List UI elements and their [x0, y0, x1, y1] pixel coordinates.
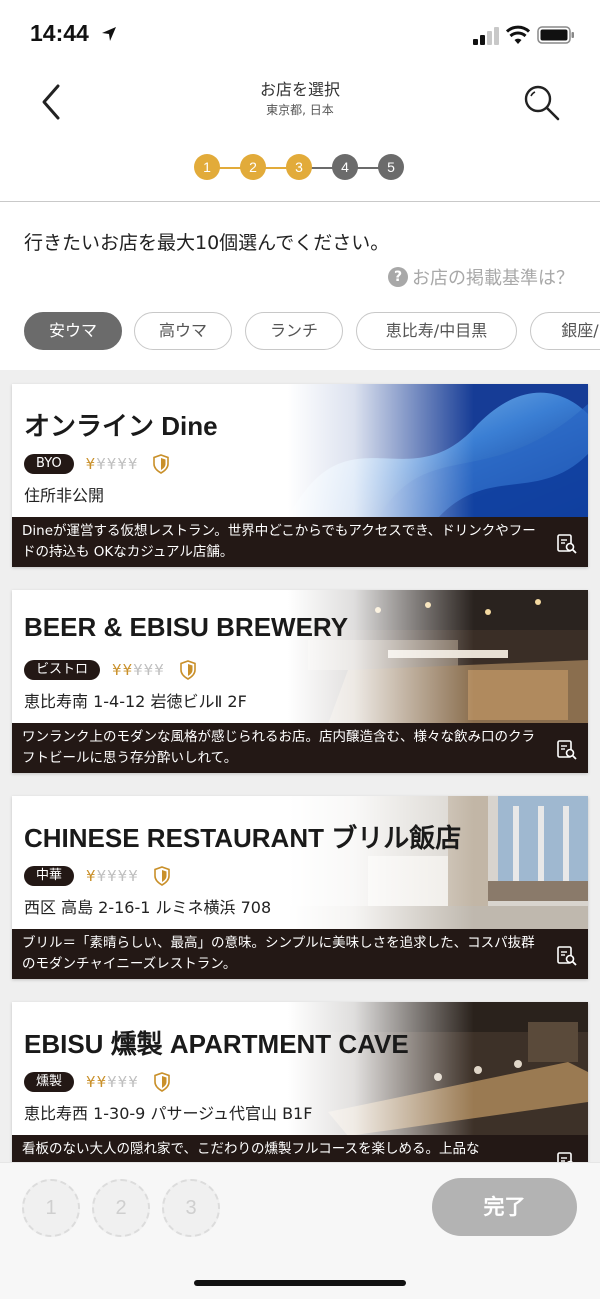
yen-icon: ¥: [107, 867, 118, 885]
restaurant-name: EBISU 燻製 APARTMENT CAVE: [24, 1029, 409, 1059]
restaurant-description-text: 看板のない大人の隠れ家で、こだわりの燻製フルコースを楽しめる。上品な: [22, 1141, 480, 1157]
shield-icon: [153, 454, 170, 474]
yen-icon: ¥: [128, 867, 139, 885]
question-icon: ?: [388, 267, 408, 287]
yen-icon: ¥: [117, 455, 128, 473]
photo-fade-overlay: [288, 796, 588, 930]
step-progress-indicator: 12345: [194, 154, 406, 182]
yen-icon: ¥: [86, 1073, 97, 1091]
yen-icon: ¥: [86, 867, 97, 885]
category-badge: 燻製: [24, 1072, 75, 1092]
shield-icon: [153, 866, 170, 886]
restaurant-address: 恵比寿南 1-4-12 岩徳ビルⅡ 2F: [24, 692, 247, 711]
yen-icon: ¥: [96, 867, 108, 885]
yen-icon: ¥: [112, 661, 123, 679]
done-button[interactable]: 完了: [432, 1178, 577, 1236]
category-badge: BYO: [24, 454, 74, 474]
location-arrow-icon: [102, 27, 116, 41]
yen-icon: ¥: [133, 661, 144, 679]
restaurant-meta: ビストロ ¥¥¥¥¥: [24, 660, 197, 680]
step-5: 5: [378, 154, 404, 180]
listing-criteria-label: お店の掲載基準は？: [412, 268, 574, 289]
price-level: ¥¥¥¥¥: [86, 867, 139, 885]
yen-icon: ¥: [96, 1073, 108, 1091]
instruction-text: 行きたいお店を最大10個選んでください。: [24, 232, 390, 254]
restaurant-description: Dineが運営する仮想レストラン。世界中どこからでもアクセスでき、ドリンクやフー…: [12, 517, 588, 567]
shield-icon: [179, 660, 196, 680]
search-icon[interactable]: [521, 82, 561, 122]
restaurant-name: CHINESE RESTAURANT ブリル飯店: [24, 823, 462, 853]
signal-icon: [473, 27, 499, 45]
filter-chip-bar: 安ウマ 高ウマ ランチ 恵比寿/中目黒 銀座/: [0, 312, 600, 352]
restaurant-name: BEER & EBISU BREWERY: [24, 612, 349, 642]
restaurant-description-text: ワンランク上のモダンな風格が感じられるお店。店内醸造含む、様々な飲み口のクラフト…: [22, 729, 535, 766]
photo-fade-overlay: [288, 590, 588, 724]
wifi-icon: [506, 25, 530, 44]
restaurant-meta: 燻製 ¥¥¥¥¥: [24, 1072, 171, 1092]
filter-chip-lunch[interactable]: ランチ: [245, 312, 343, 350]
page-subtitle-location: 東京都, 日本: [266, 103, 334, 117]
restaurant-list: オンライン Dine BYO ¥¥¥¥¥ 住所非公開 Dineが運営する仮想レス…: [0, 370, 600, 1162]
status-time: 14:44: [30, 20, 89, 46]
yen-icon: ¥: [122, 661, 134, 679]
price-level: ¥¥¥¥¥: [86, 455, 139, 473]
header-divider: [0, 201, 600, 202]
yen-icon: ¥: [127, 455, 139, 473]
restaurant-description: 看板のない大人の隠れ家で、こだわりの燻製フルコースを楽しめる。上品な: [12, 1135, 588, 1162]
selection-slot[interactable]: 1: [22, 1179, 80, 1237]
restaurant-address: 住所非公開: [24, 486, 105, 505]
category-badge: 中華: [24, 866, 75, 886]
restaurant-card[interactable]: BEER & EBISU BREWERY ビストロ ¥¥¥¥¥ 恵比寿南 1-4…: [12, 590, 588, 773]
step-3: 3: [286, 154, 312, 180]
restaurant-description-text: Dineが運営する仮想レストラン。世界中どこからでもアクセスでき、ドリンクやフー…: [22, 523, 536, 560]
restaurant-meta: BYO ¥¥¥¥¥: [24, 454, 170, 474]
yen-icon: ¥: [107, 1073, 118, 1091]
selection-slot[interactable]: 3: [162, 1179, 220, 1237]
battery-icon: [537, 26, 574, 44]
yen-icon: ¥: [117, 1073, 129, 1091]
restaurant-address: 恵比寿西 1-30-9 パサージュ代官山 B1F: [24, 1104, 313, 1123]
restaurant-card[interactable]: EBISU 燻製 APARTMENT CAVE 燻製 ¥¥¥¥¥ 恵比寿西 1-…: [12, 1002, 588, 1162]
page-title: お店を選択: [259, 80, 340, 99]
detail-search-icon[interactable]: [556, 945, 578, 967]
restaurant-description-text: ブリル＝「素晴らしい、最高」の意味。シンプルに美味しさを追求した、コスパ抜群のモ…: [22, 935, 535, 972]
photo-fade-overlay: [288, 1002, 588, 1136]
price-level: ¥¥¥¥¥: [112, 661, 165, 679]
restaurant-description: ブリル＝「素晴らしい、最高」の意味。シンプルに美味しさを追求した、コスパ抜群のモ…: [12, 929, 588, 979]
yen-icon: ¥: [96, 455, 107, 473]
yen-icon: ¥: [154, 661, 165, 679]
filter-chip-ginza[interactable]: 銀座/: [530, 312, 600, 350]
yen-icon: ¥: [117, 867, 129, 885]
filter-chip-premium-tasty[interactable]: 高ウマ: [134, 312, 232, 350]
detail-search-icon[interactable]: [556, 1151, 578, 1162]
restaurant-card[interactable]: CHINESE RESTAURANT ブリル飯店 中華 ¥¥¥¥¥ 西区 高島 …: [12, 796, 588, 979]
step-4: 4: [332, 154, 358, 180]
photo-fade-overlay: [288, 384, 588, 518]
restaurant-name: オンライン Dine: [24, 411, 218, 441]
yen-icon: ¥: [128, 1073, 139, 1091]
step-2: 2: [240, 154, 266, 180]
detail-search-icon[interactable]: [556, 739, 578, 761]
selection-bar: 1 2 3 完了: [0, 1162, 600, 1299]
shield-icon: [153, 1072, 170, 1092]
home-indicator: [194, 1280, 406, 1286]
detail-search-icon[interactable]: [556, 533, 578, 555]
yen-icon: ¥: [85, 455, 97, 473]
status-bar: 14:44: [0, 0, 600, 70]
navigation-bar: お店を選択 東京都, 日本: [0, 70, 600, 140]
yen-icon: ¥: [106, 455, 118, 473]
step-1: 1: [194, 154, 220, 180]
category-badge: ビストロ: [24, 660, 101, 680]
restaurant-description: ワンランク上のモダンな風格が感じられるお店。店内醸造含む、様々な飲み口のクラフト…: [12, 723, 588, 773]
yen-icon: ¥: [143, 661, 155, 679]
listing-criteria-link[interactable]: ? お店の掲載基準は？: [388, 264, 574, 290]
price-level: ¥¥¥¥¥: [86, 1073, 139, 1091]
restaurant-card[interactable]: オンライン Dine BYO ¥¥¥¥¥ 住所非公開 Dineが運営する仮想レス…: [12, 384, 588, 567]
restaurant-address: 西区 高島 2-16-1 ルミネ横浜 708: [24, 898, 272, 917]
restaurant-meta: 中華 ¥¥¥¥¥: [24, 866, 171, 886]
filter-chip-cheap-tasty[interactable]: 安ウマ: [24, 312, 122, 350]
selection-slot[interactable]: 2: [92, 1179, 150, 1237]
filter-chip-ebisu-nakameguro[interactable]: 恵比寿/中目黒: [356, 312, 517, 350]
